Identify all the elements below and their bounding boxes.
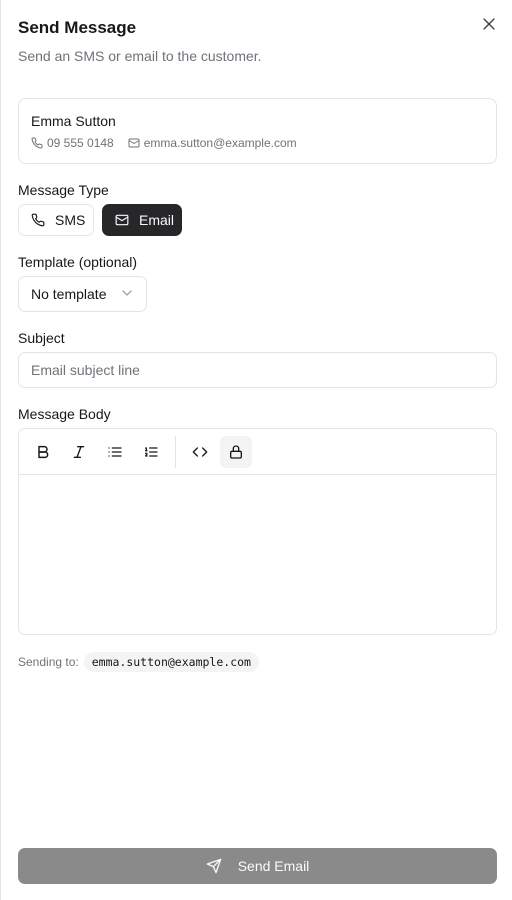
bullet-list-button[interactable]	[99, 436, 131, 468]
message-body-editor	[18, 428, 497, 635]
mail-icon	[128, 137, 140, 149]
customer-name: Emma Sutton	[31, 113, 116, 129]
customer-phone: 09 555 0148	[47, 136, 114, 150]
subject-input[interactable]	[18, 352, 497, 388]
editor-toolbar	[19, 429, 496, 475]
toolbar-divider	[175, 436, 176, 468]
panel-subtitle: Send an SMS or email to the customer.	[18, 48, 262, 64]
phone-icon	[31, 213, 45, 227]
send-message-panel: Send Message Send an SMS or email to the…	[0, 0, 512, 900]
recipient-chip: emma.sutton@example.com	[83, 652, 259, 672]
chevron-down-icon	[122, 290, 132, 296]
close-button[interactable]	[481, 16, 497, 32]
italic-button[interactable]	[63, 436, 95, 468]
message-body-textarea[interactable]	[19, 475, 496, 634]
message-type-label: Message Type	[18, 182, 109, 198]
message-body-label: Message Body	[18, 406, 111, 422]
subject-label: Subject	[18, 330, 65, 346]
phone-icon	[31, 137, 43, 149]
send-button-label: Send Email	[237, 858, 310, 874]
template-select[interactable]: No template	[18, 276, 147, 312]
mail-icon	[115, 213, 129, 227]
lock-button[interactable]	[220, 436, 252, 468]
panel-title: Send Message	[18, 18, 137, 37]
code-button[interactable]	[184, 436, 216, 468]
customer-email: emma.sutton@example.com	[143, 136, 297, 150]
bold-icon	[38, 445, 49, 459]
send-icon	[206, 858, 222, 874]
italic-icon	[73, 446, 85, 458]
close-icon	[483, 18, 495, 30]
customer-card: Emma Sutton 09 555 0148 emma.sutton@exam…	[18, 98, 497, 164]
bold-button[interactable]	[27, 436, 59, 468]
sending-to-label: Sending to:	[18, 655, 79, 669]
email-label: Email	[139, 212, 175, 228]
code-icon	[192, 447, 208, 457]
template-label: Template (optional)	[18, 254, 138, 270]
send-email-button[interactable]: Send Email	[18, 848, 497, 884]
template-selected-value: No template	[31, 286, 107, 302]
ordered-list-icon	[145, 447, 158, 457]
sms-toggle-button[interactable]: SMS	[18, 204, 94, 236]
lock-icon	[230, 445, 242, 459]
ordered-list-button[interactable]	[135, 436, 167, 468]
bullet-list-icon	[108, 447, 122, 457]
sending-to-info: Sending to: emma.sutton@example.com	[18, 651, 259, 673]
email-toggle-button[interactable]: Email	[102, 204, 182, 236]
customer-contact: 09 555 0148 emma.sutton@example.com	[31, 136, 297, 150]
sms-label: SMS	[55, 212, 86, 228]
